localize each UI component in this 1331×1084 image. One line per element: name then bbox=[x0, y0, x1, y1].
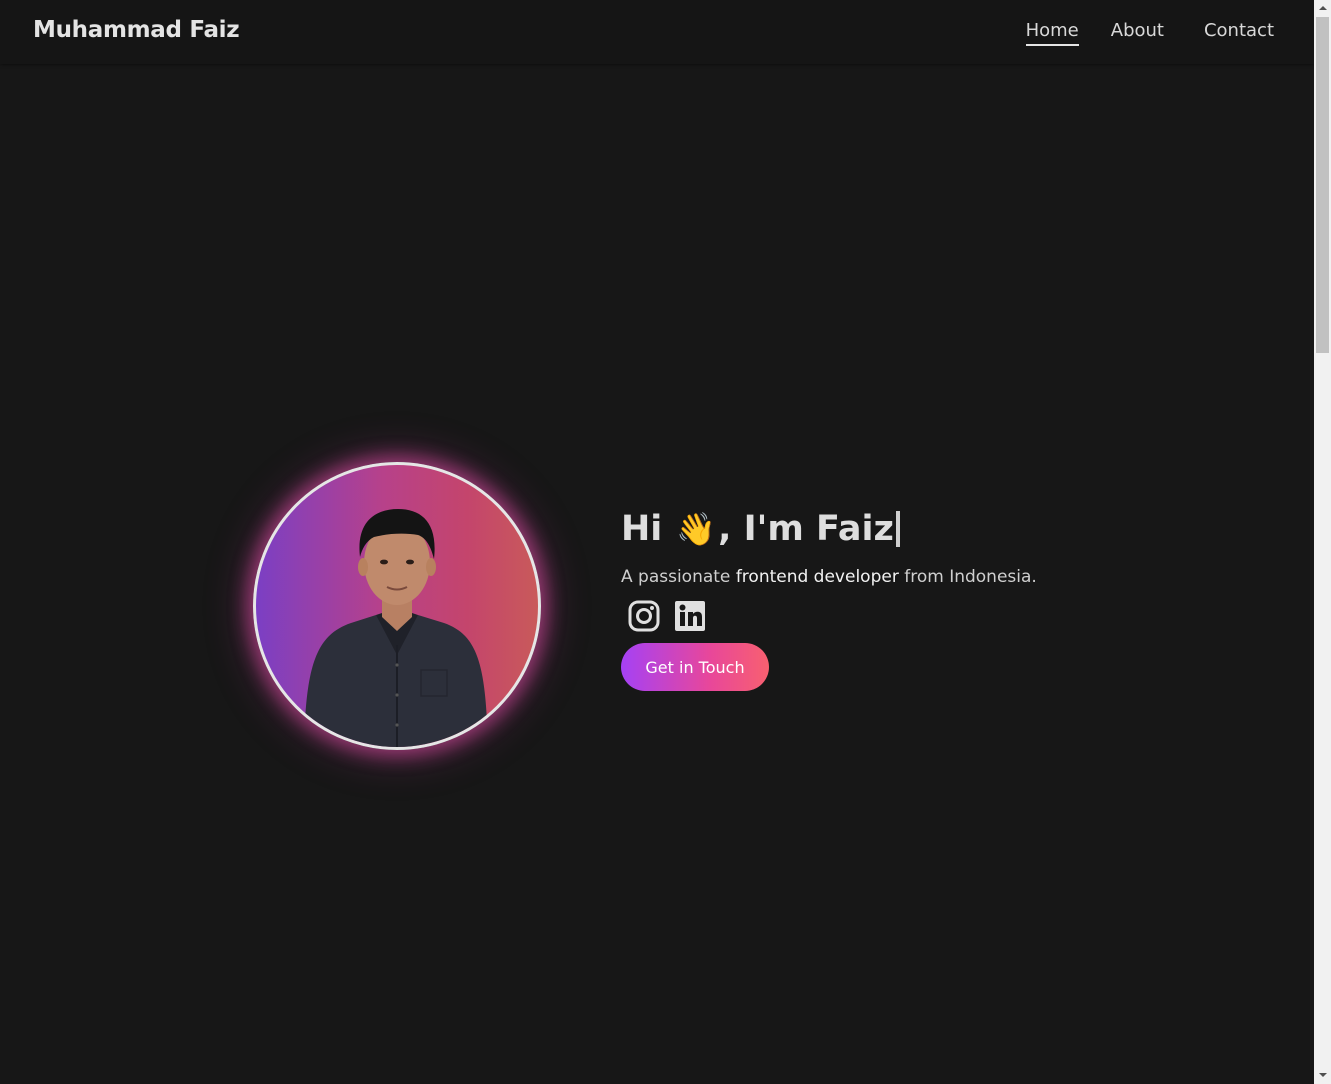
linkedin-icon[interactable] bbox=[673, 599, 707, 633]
profile-photo bbox=[304, 509, 488, 747]
nav-links: Home About Contact bbox=[1025, 20, 1274, 46]
get-in-touch-button[interactable]: Get in Touch bbox=[621, 643, 769, 691]
greeting-prefix: Hi bbox=[621, 509, 663, 549]
tagline-start: A passionate bbox=[621, 567, 736, 587]
scroll-thumb[interactable] bbox=[1316, 17, 1329, 353]
nav-link-about[interactable]: About bbox=[1111, 20, 1164, 46]
typing-cursor bbox=[895, 511, 900, 547]
vertical-scrollbar[interactable] bbox=[1314, 0, 1331, 1084]
scroll-up-arrow-icon[interactable] bbox=[1314, 0, 1331, 17]
wave-emoji-icon: 👋 bbox=[676, 510, 717, 548]
nav-link-contact[interactable]: Contact bbox=[1204, 20, 1274, 46]
page: Muhammad Faiz Home About Contact Hi 👋 , … bbox=[0, 0, 1331, 1084]
social-links bbox=[621, 599, 1241, 633]
scroll-down-arrow-icon[interactable] bbox=[1314, 1067, 1331, 1084]
hero-tagline: A passionate frontend developer from Ind… bbox=[621, 567, 1241, 587]
navbar: Muhammad Faiz Home About Contact bbox=[0, 0, 1314, 64]
tagline-end: from Indonesia. bbox=[898, 567, 1037, 587]
profile-avatar bbox=[253, 462, 541, 750]
tagline-highlight: frontend developer bbox=[735, 567, 899, 587]
hero-greeting: Hi 👋 , I'm Faiz bbox=[621, 505, 1241, 553]
instagram-icon[interactable] bbox=[627, 599, 661, 633]
hero-text: Hi 👋 , I'm Faiz A passionate frontend de… bbox=[621, 505, 1241, 691]
brand-logo[interactable]: Muhammad Faiz bbox=[33, 17, 240, 43]
nav-link-home[interactable]: Home bbox=[1025, 20, 1079, 46]
greeting-suffix: , I'm Faiz bbox=[718, 509, 894, 549]
